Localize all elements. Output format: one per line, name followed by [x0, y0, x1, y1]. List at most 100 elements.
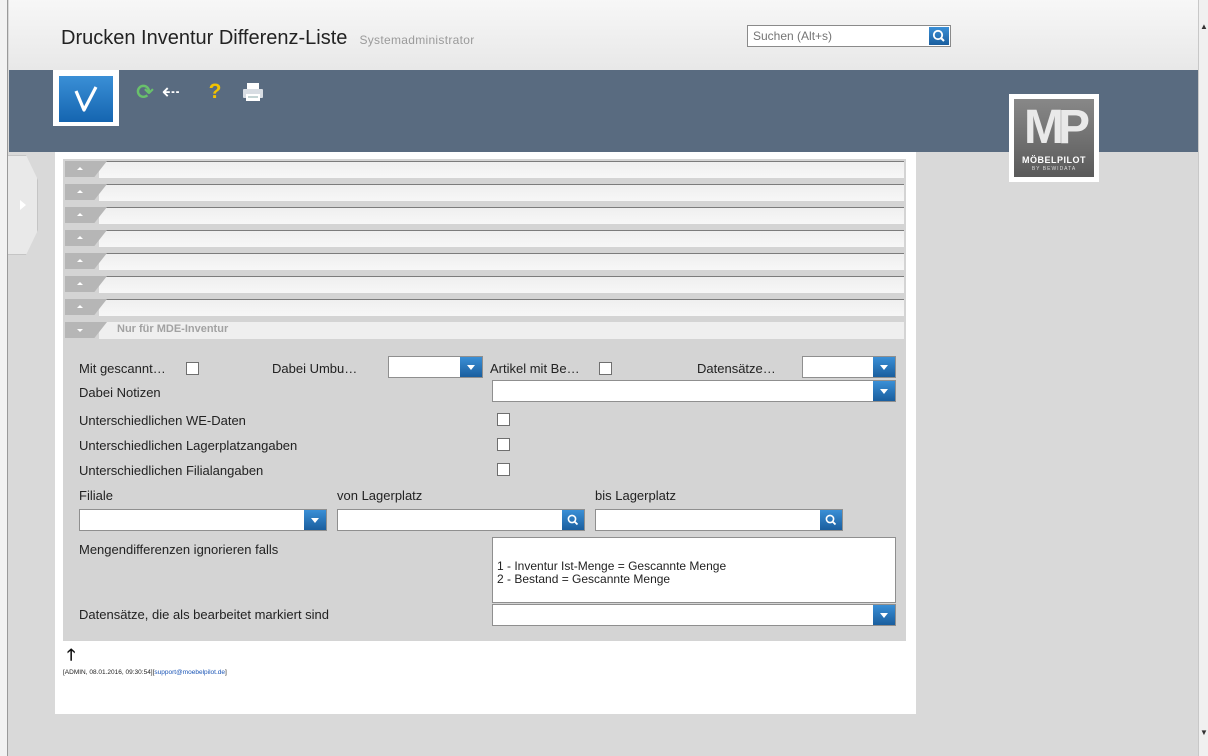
logo-sub: BY BEWIDATA [1031, 166, 1077, 172]
filial-label: Unterschiedlichen Filialangaben [79, 463, 264, 478]
status-line: [ADMIN, 08.01.2016, 09:30:54][support@mo… [63, 669, 227, 676]
dabei-umbu-select[interactable] [388, 356, 483, 378]
mit-gescannt-checkbox[interactable] [186, 362, 199, 375]
chevron-right-icon [20, 200, 26, 210]
page-title-text: Drucken Inventur Differenz-Liste [61, 27, 348, 49]
dropdown-button[interactable] [460, 357, 482, 377]
filial-checkbox[interactable] [497, 463, 510, 476]
logo-badge: MP MÖBELPILOT BY BEWIDATA [1014, 99, 1094, 177]
expand-icon [77, 190, 83, 193]
left-frame [0, 0, 8, 756]
search-icon [932, 29, 945, 42]
status-text: [ADMIN, 08.01.2016, 09:30:54][ [63, 669, 155, 676]
main-panel: Nur für MDE-Inventur Mit gescannt… Dabei… [55, 152, 916, 714]
brand-logo: MP MÖBELPILOT BY BEWIDATA [1009, 94, 1099, 182]
chevron-down-icon [880, 389, 888, 394]
we-daten-label: Unterschiedlichen WE-Daten [79, 413, 246, 428]
expand-icon [77, 167, 83, 170]
bis-lagerplatz-label: bis Lagerplatz [595, 488, 676, 503]
help-icon[interactable]: ? [203, 80, 227, 104]
chevron-down-icon [311, 518, 319, 523]
section-line [99, 253, 904, 270]
section-bar-collapsed[interactable] [65, 251, 904, 271]
search-button[interactable] [929, 27, 949, 45]
section-bar-collapsed[interactable] [65, 228, 904, 248]
search-icon [825, 514, 837, 526]
lagerplatz-label: Unterschiedlichen Lagerplatzangaben [79, 438, 298, 453]
expand-icon [77, 213, 83, 216]
expand-icon [77, 282, 83, 285]
dropdown-button[interactable] [304, 510, 326, 530]
user-role: Systemadministrator [359, 33, 475, 47]
chevron-down-icon [880, 365, 888, 370]
confirm-button[interactable] [53, 70, 119, 126]
mit-gescannt-label: Mit gescannt… [79, 361, 166, 376]
filiale-label: Filiale [79, 488, 113, 503]
lookup-button[interactable] [820, 510, 842, 530]
dabei-umbu-label: Dabei Umbu… [272, 361, 358, 376]
dropdown-button[interactable] [873, 357, 895, 377]
dropdown-button[interactable] [873, 605, 895, 625]
chevron-down-icon [467, 365, 475, 370]
section-bar-collapsed[interactable] [65, 274, 904, 294]
datensaetze-label: Datensätze… [697, 361, 776, 376]
scroll-down-icon[interactable]: ▼ [1200, 728, 1208, 737]
bis-lagerplatz-input[interactable] [595, 509, 843, 531]
bearbeitet-label: Datensätze, die als bearbeitet markiert … [79, 607, 330, 622]
scroll-to-top-icon[interactable]: 🡑 [67, 644, 75, 671]
expand-icon [77, 259, 83, 262]
logo-brand: MÖBELPILOT [1022, 155, 1086, 165]
confirm-button-face [59, 76, 113, 122]
print-icon[interactable] [241, 80, 265, 104]
vertical-scrollbar[interactable]: ▲ ▼ [1198, 0, 1208, 756]
von-lagerplatz-label: von Lagerplatz [337, 488, 423, 503]
dabei-notizen-label: Dabei Notizen [79, 385, 161, 400]
section-bar-collapsed[interactable] [65, 205, 904, 225]
checkmark-icon [74, 86, 98, 112]
scroll-up-icon[interactable]: ▲ [1200, 22, 1208, 31]
back-arrow-icon[interactable]: ⇠ [159, 79, 183, 104]
sidebar-toggle-handle[interactable] [8, 155, 38, 255]
artikel-mit-be-label: Artikel mit Be… [490, 361, 580, 376]
chevron-down-icon [880, 613, 888, 618]
mengen-label: Mengendifferenzen ignorieren falls [79, 542, 279, 557]
section-line [99, 230, 904, 247]
section-bar-collapsed[interactable] [65, 159, 904, 179]
section-label: Nur für MDE-Inventur [117, 323, 229, 335]
search-icon [567, 514, 579, 526]
search-input[interactable] [748, 26, 928, 46]
section-line [99, 276, 904, 293]
section-line [99, 184, 904, 201]
mengen-options-list[interactable]: 1 - Inventur Ist-Menge = Gescannte Menge… [492, 537, 896, 603]
filiale-select[interactable] [79, 509, 327, 531]
dropdown-button[interactable] [873, 381, 895, 401]
refresh-icon[interactable]: ⟳ [133, 80, 157, 104]
section-bar-collapsed[interactable] [65, 297, 904, 317]
dabei-notizen-select[interactable] [492, 380, 896, 402]
header-bar: Drucken Inventur Differenz-Liste Systemad… [9, 0, 1198, 70]
artikel-mit-be-checkbox[interactable] [599, 362, 612, 375]
support-email-link[interactable]: support@moebelpilot.de [154, 669, 225, 676]
bearbeitet-select[interactable] [492, 604, 896, 626]
we-daten-checkbox[interactable] [497, 413, 510, 426]
expand-icon [77, 236, 83, 239]
section-line [99, 299, 904, 316]
datensaetze-select[interactable] [802, 356, 896, 378]
page-title: Drucken Inventur Differenz-Liste Systemad… [61, 27, 475, 50]
lagerplatz-checkbox[interactable] [497, 438, 510, 451]
section-bar-collapsed[interactable] [65, 182, 904, 202]
logo-mark: MP [1024, 101, 1090, 154]
mengen-option[interactable]: 2 - Bestand = Gescannte Menge [497, 573, 895, 586]
toolbar: ⟳ ⇠ ? MP MÖBELPILOT BY BEWIDATA [9, 70, 1198, 182]
collapse-icon [77, 329, 83, 332]
section-line [99, 161, 904, 178]
form-area: Nur für MDE-Inventur Mit gescannt… Dabei… [63, 159, 906, 641]
von-lagerplatz-input[interactable] [337, 509, 585, 531]
printer-shape [243, 83, 263, 101]
expand-icon [77, 305, 83, 308]
status-text-end: ] [224, 669, 227, 676]
section-bar-mde-inventur[interactable]: Nur für MDE-Inventur [65, 320, 904, 340]
section-line [99, 207, 904, 224]
lookup-button[interactable] [562, 510, 584, 530]
search-box [747, 25, 951, 47]
